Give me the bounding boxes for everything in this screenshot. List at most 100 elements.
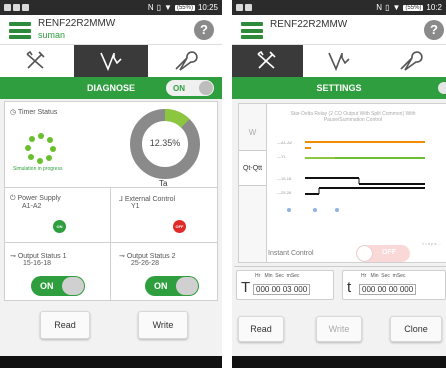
settings-screen: N ▯ ▼ (55%) 10:2 RENF22R2MMW ? SETTINGS …: [232, 0, 446, 368]
mode-selector: W Qt-Qtt: [239, 104, 267, 262]
output-status-2-cell: ⊸ Output Status 2 25-26-28 ON: [111, 243, 217, 301]
power-icon: ⏻: [10, 195, 16, 202]
diagnose-title: DIAGNOSE: [86, 83, 135, 93]
power-supply-status: ON: [53, 220, 66, 233]
diagram-title: Star-Delta Relay (2 CO Output With Split…: [290, 111, 416, 123]
system-nav-bar: [232, 356, 446, 368]
wrench-icon: [175, 51, 198, 71]
status-bar: N ▯ ▼ (55%) 10:25: [0, 0, 222, 15]
external-control-cell: ⅃ External Control Y1 OFF: [111, 188, 217, 243]
battery-icon: (55%): [174, 4, 195, 11]
tab-tools[interactable]: [232, 45, 304, 77]
tab-diagnose[interactable]: [303, 45, 374, 77]
clock: 10:2: [426, 3, 442, 12]
tools-icon: [257, 50, 276, 69]
tab-bar: [0, 45, 222, 77]
user-name: suman: [38, 30, 66, 40]
output-status-1-terminals: 15-16-18: [23, 260, 52, 267]
switch-icon: ⅃: [119, 196, 123, 203]
clone-button[interactable]: Clone: [390, 316, 442, 342]
tab-bar: [232, 45, 446, 77]
mode-qt-qtt[interactable]: Qt-Qtt: [239, 150, 266, 186]
help-icon[interactable]: ?: [424, 20, 444, 40]
app-bar: RENF22R2MMW suman ?: [0, 15, 222, 45]
relay-icon: ⊸: [10, 253, 16, 260]
app-bar: RENF22R2MMW ?: [232, 15, 446, 45]
on-time-field[interactable]: Hr Min Sec mSec T 000 00 03 000: [236, 270, 334, 300]
on-time-value[interactable]: 000 00 03 000: [253, 284, 311, 295]
notification-icon: [4, 4, 11, 11]
tab-diagnose[interactable]: [74, 45, 148, 77]
output-status-1-toggle[interactable]: ON: [31, 276, 85, 296]
on-time-symbol: T: [241, 279, 251, 296]
power-supply-terminals: A1-A2: [22, 203, 42, 210]
write-button[interactable]: Write: [138, 311, 188, 339]
settings-panel: W Qt-Qtt Star-Delta Relay (2 CO Output W…: [238, 103, 446, 263]
nfc-icon: N: [147, 3, 154, 12]
output-status-1-label: Output Status 1: [17, 253, 67, 260]
read-button[interactable]: Read: [40, 311, 90, 339]
clock-icon: ◷: [10, 109, 17, 116]
time-units-label: Hr Min Sec mSec: [361, 273, 406, 279]
settings-title: SETTINGS: [316, 83, 362, 93]
instant-control-toggle[interactable]: OFF: [356, 245, 410, 262]
diagnose-toggle[interactable]: ON: [166, 80, 214, 96]
power-supply-label: Power Supply: [17, 195, 61, 202]
diagnose-icon: [100, 52, 122, 72]
settings-toggle-knob[interactable]: [438, 82, 446, 94]
menu-icon[interactable]: [9, 22, 31, 39]
system-nav-bar: [0, 356, 222, 368]
write-button[interactable]: Write: [316, 316, 362, 342]
diagnose-icon: [328, 52, 350, 72]
notification-icon: [236, 4, 243, 11]
instant-control-label: Instant Control: [268, 250, 314, 257]
timer-status-label: ◷ Timer Status: [10, 109, 58, 116]
notification-icon: [22, 4, 29, 11]
tools-icon: [26, 50, 45, 69]
power-supply-cell: ⏻ Power Supply A1-A2 ON: [5, 188, 111, 243]
status-bar: N ▯ ▼ (55%) 10:2: [232, 0, 446, 15]
output-status-1-cell: ⊸ Output Status 1 15-16-18 ON: [5, 243, 111, 301]
battery-icon: (55%): [403, 4, 424, 11]
off-time-value[interactable]: 000 00 00 000: [359, 284, 417, 295]
timing-diagram: —A1-A2 —Y1 —15-18 —25-28: [277, 140, 425, 212]
notification-icon: [245, 4, 252, 11]
menu-icon[interactable]: [241, 22, 263, 39]
nfc-icon: N: [376, 3, 383, 12]
vibrate-icon: ▯: [385, 3, 390, 12]
svg-text:—25-28: —25-28: [277, 190, 292, 195]
diagnose-panel: ◷ Timer Status Simulation in progress 12…: [4, 101, 218, 301]
mode-w[interactable]: W: [239, 114, 266, 150]
diagnose-header: DIAGNOSE ON: [0, 77, 222, 99]
tab-settings[interactable]: [375, 45, 446, 77]
external-control-status: OFF: [173, 220, 186, 233]
external-control-terminal: Y1: [131, 203, 140, 210]
diagram-axis-label: t = s p s ...: [422, 241, 441, 246]
progress-percent: 12.35%: [149, 138, 181, 148]
settings-header: SETTINGS: [232, 77, 446, 99]
output-status-2-toggle[interactable]: ON: [145, 276, 199, 296]
timer-label: Ta: [159, 179, 168, 188]
svg-text:—15-18: —15-18: [277, 176, 292, 181]
relay-icon: ⊸: [119, 253, 125, 260]
svg-text:—A1-A2: —A1-A2: [277, 140, 293, 145]
wifi-icon: ▼: [164, 3, 172, 12]
notification-icon: [13, 4, 20, 11]
off-time-field[interactable]: Hr Min Sec mSec t 000 00 00 000: [342, 270, 446, 300]
output-status-2-label: Output Status 2: [126, 253, 176, 260]
loading-spinner-icon: [25, 133, 56, 164]
device-name: RENF22R2MMW: [38, 18, 116, 29]
tab-settings[interactable]: [148, 45, 222, 77]
wifi-icon: ▼: [392, 3, 401, 12]
off-time-symbol: t: [347, 279, 352, 296]
clock: 10:25: [197, 3, 218, 12]
tab-tools[interactable]: [0, 45, 74, 77]
external-control-label: External Control: [124, 196, 176, 203]
wrench-icon: [400, 51, 424, 71]
read-button[interactable]: Read: [238, 316, 284, 342]
help-icon[interactable]: ?: [194, 20, 214, 40]
time-units-label: Hr Min Sec mSec: [255, 273, 300, 279]
svg-text:—Y1: —Y1: [277, 154, 287, 159]
diagnose-screen: N ▯ ▼ (55%) 10:25 RENF22R2MMW suman ? DI…: [0, 0, 222, 368]
output-status-2-terminals: 25-26-28: [131, 260, 160, 267]
